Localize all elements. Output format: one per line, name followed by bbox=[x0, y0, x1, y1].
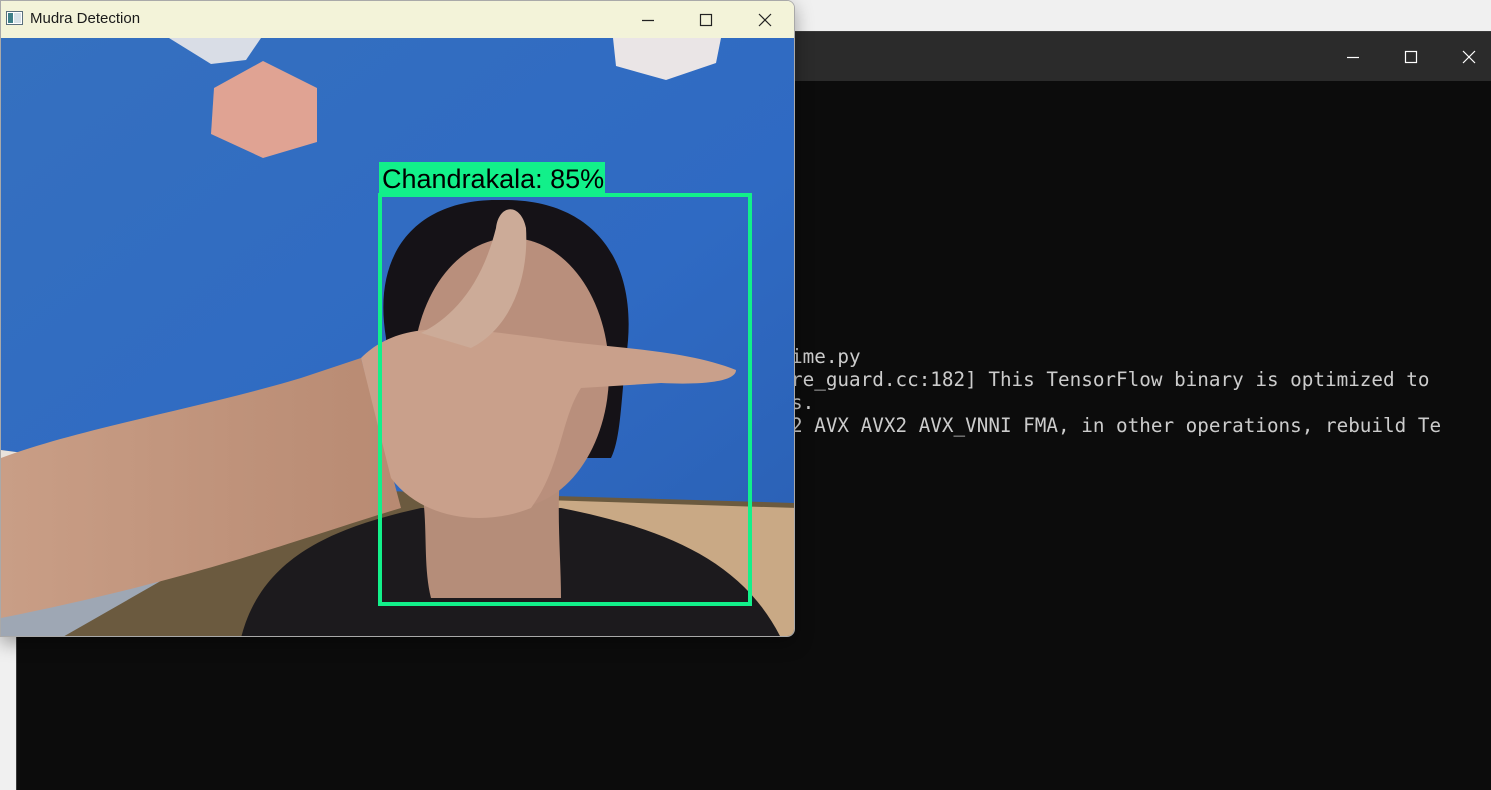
maximize-icon bbox=[699, 13, 713, 26]
console-line: ime.py bbox=[791, 345, 861, 368]
mudra-titlebar[interactable]: Mudra Detection bbox=[1, 1, 794, 38]
minimize-icon bbox=[642, 19, 654, 21]
detection-bounding-box bbox=[378, 193, 752, 606]
console-line: 2 AVX AVX2 AVX_VNNI FMA, in other operat… bbox=[791, 414, 1442, 437]
minimize-button[interactable] bbox=[619, 1, 677, 38]
close-icon bbox=[758, 13, 772, 26]
close-button[interactable] bbox=[736, 1, 794, 38]
window-title: Mudra Detection bbox=[30, 10, 141, 27]
mudra-detection-window: Mudra Detection Chandrakala: 85% bbox=[0, 0, 795, 637]
maximize-icon bbox=[1404, 50, 1418, 63]
maximize-button[interactable] bbox=[677, 1, 735, 38]
console-minimize-button[interactable] bbox=[1324, 32, 1382, 81]
close-icon bbox=[1462, 50, 1476, 63]
console-close-button[interactable] bbox=[1440, 32, 1491, 81]
minimize-icon bbox=[1347, 56, 1359, 58]
camera-feed: Chandrakala: 85% bbox=[1, 38, 794, 636]
app-window-icon bbox=[6, 11, 23, 25]
detection-label: Chandrakala: 85% bbox=[379, 162, 606, 194]
console-line: re_guard.cc:182] This TensorFlow binary … bbox=[791, 368, 1430, 391]
console-maximize-button[interactable] bbox=[1382, 32, 1440, 81]
